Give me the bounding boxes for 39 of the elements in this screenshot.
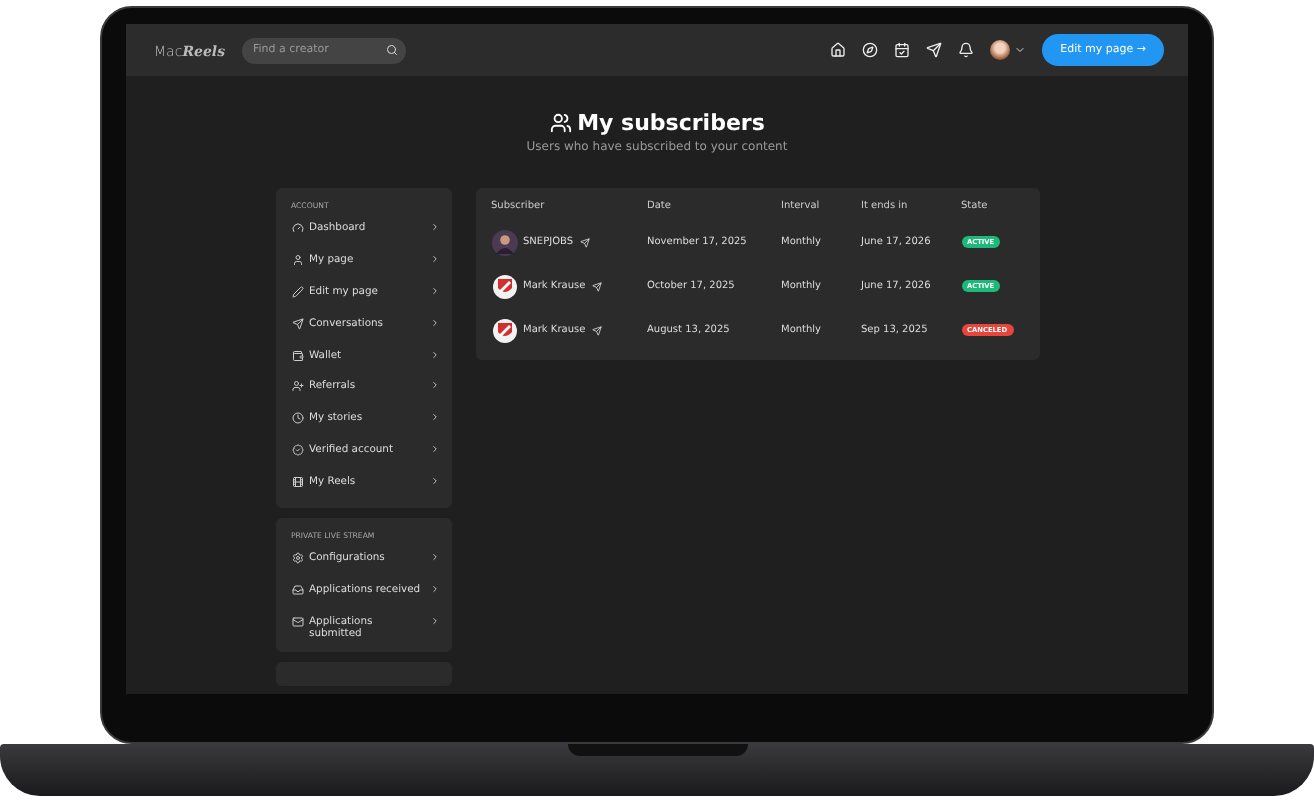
send-icon[interactable] — [579, 237, 590, 247]
search-icon — [385, 44, 398, 56]
caret-icon[interactable] — [1014, 44, 1027, 56]
chevron-icon — [429, 222, 439, 232]
chevron-icon — [429, 412, 439, 423]
film-icon — [291, 476, 303, 489]
chevron-icon — [429, 583, 439, 594]
bell-icon[interactable] — [958, 42, 975, 58]
compass-icon[interactable] — [862, 42, 879, 58]
add-user-icon — [291, 380, 303, 393]
send-icon[interactable] — [591, 325, 602, 335]
send-icon — [291, 317, 303, 330]
settings-icon — [291, 552, 303, 565]
pen-icon — [291, 285, 303, 298]
home-icon[interactable] — [830, 42, 847, 58]
calendar-icon[interactable] — [894, 42, 911, 58]
chevron-icon — [429, 380, 439, 391]
person-icon — [291, 253, 303, 266]
club-crest-icon — [491, 317, 517, 343]
mail-icon — [291, 615, 303, 628]
chevron-icon — [429, 476, 439, 487]
badge-icon — [291, 444, 303, 457]
chevron-icon — [429, 349, 439, 360]
chevron-icon — [429, 317, 439, 328]
user-avatar[interactable] — [990, 40, 1011, 60]
gauge-icon — [291, 222, 303, 234]
chevron-icon — [429, 285, 439, 296]
wallet-icon — [291, 349, 303, 362]
club-crest-icon — [491, 273, 517, 299]
chevron-icon — [429, 552, 439, 563]
users-icon — [549, 112, 572, 134]
chevron-icon — [429, 615, 439, 626]
send-icon[interactable] — [926, 42, 943, 58]
page-title: My subscribers — [577, 110, 765, 136]
clock-icon — [291, 412, 303, 425]
chevron-icon — [429, 253, 439, 264]
inbox-icon — [291, 583, 303, 596]
send-icon[interactable] — [591, 281, 602, 291]
chevron-icon — [429, 444, 439, 455]
